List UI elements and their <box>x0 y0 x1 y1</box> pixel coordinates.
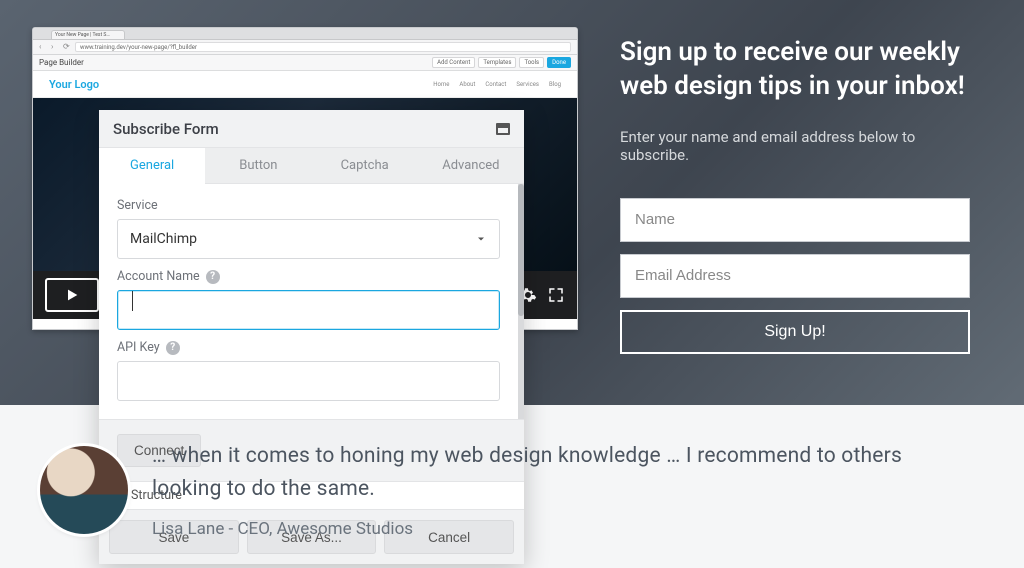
service-label: Service <box>117 198 500 213</box>
testimonial: … when it comes to honing my web design … <box>40 440 970 539</box>
pagebuilder-bar: Page Builder Add Content Templates Tools… <box>33 55 577 71</box>
signup-subheading: Enter your name and email address below … <box>620 128 970 164</box>
nav-blog[interactable]: Blog <box>549 81 561 88</box>
play-icon <box>64 287 80 303</box>
testimonial-quote: … when it comes to honing my web design … <box>152 440 970 505</box>
signup-form: Sign Up! <box>620 198 970 354</box>
nav-services[interactable]: Services <box>516 81 539 88</box>
panel-header: Subscribe Form <box>99 110 524 148</box>
panel-tabs: General Button Captcha Advanced <box>99 148 524 184</box>
nav-home[interactable]: Home <box>433 81 449 88</box>
reload-icon[interactable]: ⟳ <box>63 43 71 51</box>
avatar <box>40 446 128 534</box>
site-nav: Home About Contact Services Blog <box>433 81 561 88</box>
pagebuilder-title: Page Builder <box>39 58 84 67</box>
signup-submit-button[interactable]: Sign Up! <box>620 310 970 354</box>
service-label-text: Service <box>117 198 158 213</box>
tab-advanced[interactable]: Advanced <box>418 148 524 184</box>
browser-tab[interactable]: Your New Page | Test S… <box>51 30 125 39</box>
testimonial-byline: Lisa Lane - CEO, Awesome Studios <box>152 519 970 539</box>
done-button[interactable]: Done <box>547 57 571 68</box>
name-input[interactable] <box>620 198 970 242</box>
fullscreen-icon[interactable] <box>547 286 565 304</box>
text-caret <box>132 291 133 311</box>
tools-button[interactable]: Tools <box>519 57 544 68</box>
nav-about[interactable]: About <box>459 81 475 88</box>
tab-button[interactable]: Button <box>205 148 311 184</box>
tab-general[interactable]: General <box>99 148 205 184</box>
account-name-label-text: Account Name <box>117 269 200 284</box>
email-input[interactable] <box>620 254 970 298</box>
site-header: Your Logo Home About Contact Services Bl… <box>33 71 577 98</box>
api-key-input[interactable] <box>117 361 500 401</box>
browser-toolbar: ‹ › ⟳ www.training.dev/your-new-page/?fl… <box>33 40 577 55</box>
chevron-down-icon <box>475 233 487 245</box>
templates-button[interactable]: Templates <box>478 57 516 68</box>
nav-contact[interactable]: Contact <box>485 81 506 88</box>
service-select[interactable]: MailChimp <box>117 219 500 259</box>
help-icon[interactable]: ? <box>166 341 180 355</box>
browser-tabstrip: Your New Page | Test S… <box>33 28 577 40</box>
forward-icon[interactable]: › <box>51 43 59 51</box>
signup-block: Sign up to receive our weekly web design… <box>620 36 970 354</box>
api-key-label: API Key ? <box>117 340 500 355</box>
add-content-button[interactable]: Add Content <box>432 57 475 68</box>
panel-body: Service MailChimp Account Name ? API Key… <box>99 184 524 419</box>
panel-title: Subscribe Form <box>113 120 219 138</box>
service-value: MailChimp <box>130 231 197 247</box>
maximize-icon[interactable] <box>496 123 510 135</box>
signup-heading: Sign up to receive our weekly web design… <box>620 36 970 104</box>
site-logo: Your Logo <box>49 78 99 91</box>
help-icon[interactable]: ? <box>206 270 220 284</box>
account-name-input[interactable] <box>117 290 500 330</box>
back-icon[interactable]: ‹ <box>39 43 47 51</box>
play-button[interactable] <box>45 278 99 312</box>
address-bar[interactable]: www.training.dev/your-new-page/?fl_build… <box>75 42 571 52</box>
api-key-label-text: API Key <box>117 340 160 355</box>
pagebuilder-actions: Add Content Templates Tools Done <box>432 57 571 68</box>
tab-captcha[interactable]: Captcha <box>312 148 418 184</box>
account-name-label: Account Name ? <box>117 269 500 284</box>
